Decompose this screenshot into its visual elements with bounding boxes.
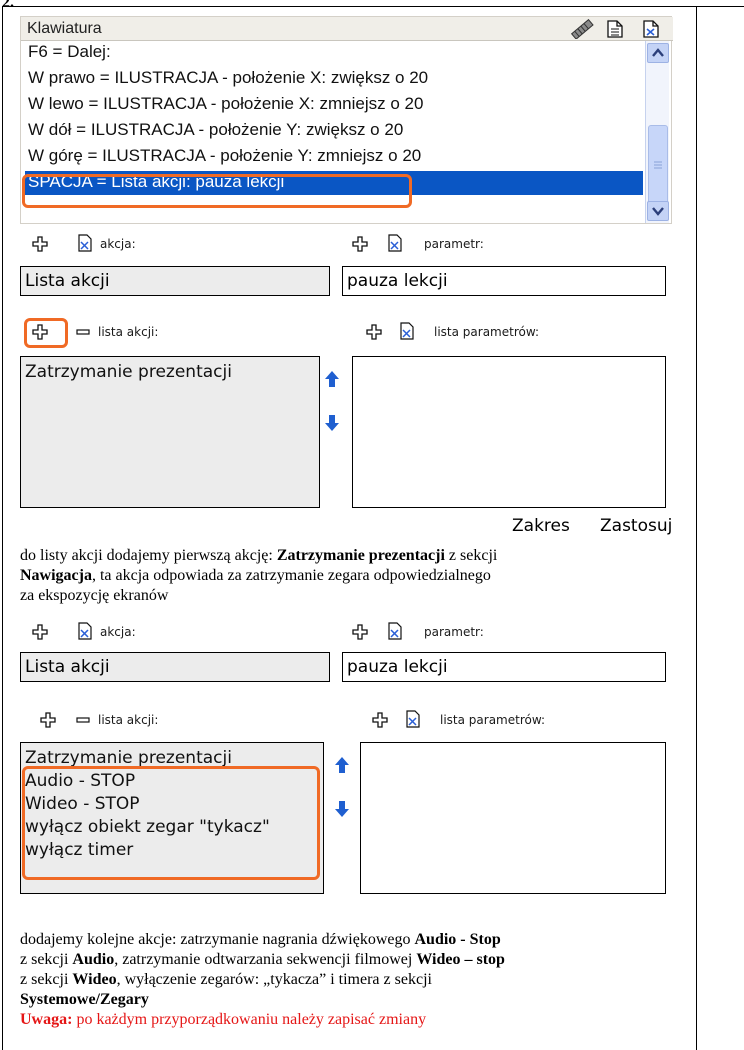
doc-x-icon[interactable] xyxy=(78,234,92,252)
list-item[interactable]: W prawo = ILUSTRACJA - położenie X: zwię… xyxy=(25,67,643,91)
doc-x-icon[interactable] xyxy=(406,710,420,728)
action-list[interactable]: Zatrzymanie prezentacji xyxy=(20,356,320,508)
column-divider xyxy=(696,6,697,1050)
parameter-label: parametr: xyxy=(424,625,484,639)
highlight-selected-row xyxy=(22,174,412,208)
bold-text: Audio xyxy=(72,951,115,968)
list-item[interactable]: F6 = Dalej: xyxy=(25,41,643,65)
bottom-toolbar: Zakres Zastosuj xyxy=(20,512,674,542)
highlight-plus-button xyxy=(24,318,68,348)
list-item[interactable]: W dół = ILUSTRACJA - położenie Y: zwięks… xyxy=(25,119,643,143)
arrow-down-icon[interactable] xyxy=(324,414,340,432)
bold-text: Zatrzymanie prezentacji xyxy=(276,547,445,564)
description-paragraph-1: do listy akcji dodajemy pierwszą akcję: … xyxy=(20,546,690,606)
action-field[interactable]: Lista akcji xyxy=(20,266,330,296)
arrow-down-icon[interactable] xyxy=(334,800,350,818)
bold-text: Nawigacja xyxy=(20,567,92,584)
plus-icon[interactable] xyxy=(372,712,388,728)
plus-icon[interactable] xyxy=(32,624,48,640)
bold-text: Audio - Stop xyxy=(414,931,501,948)
highlight-added-actions xyxy=(22,766,320,880)
text: z sekcji xyxy=(20,951,73,968)
parameter-list-label: lista parametrów: xyxy=(440,713,546,727)
text: do listy akcji dodajemy pierwszą akcję: xyxy=(20,547,277,564)
description-paragraph-2: dodajemy kolejne akcje: zatrzymanie nagr… xyxy=(20,930,700,1030)
doc-x-icon[interactable] xyxy=(643,20,659,38)
arrow-up-icon[interactable] xyxy=(324,370,340,388)
parameter-field[interactable]: pauza lekcji xyxy=(342,652,666,682)
action-list-label: lista akcji: xyxy=(98,713,159,727)
scroll-up-button[interactable] xyxy=(647,43,669,63)
list-item[interactable]: Zatrzymanie prezentacji xyxy=(25,361,232,383)
action-field[interactable]: Lista akcji xyxy=(20,652,330,682)
action-label: akcja: xyxy=(100,237,136,251)
text: , ta akcja odpowiada za zatrzymanie zega… xyxy=(91,567,491,584)
text: z sekcji xyxy=(20,971,73,988)
doc-x-icon[interactable] xyxy=(78,622,92,640)
list-scrollbar[interactable] xyxy=(645,41,669,223)
parameter-list[interactable] xyxy=(360,742,666,894)
minus-icon[interactable] xyxy=(76,324,90,340)
keyboard-panel-header: Klawiatura xyxy=(21,17,673,41)
doc-x-icon[interactable] xyxy=(400,322,414,340)
arrow-up-icon[interactable] xyxy=(334,756,350,774)
plus-icon[interactable] xyxy=(352,236,368,252)
doc-x-icon[interactable] xyxy=(388,622,402,640)
plus-icon[interactable] xyxy=(366,324,382,340)
list-item[interactable]: W lewo = ILUSTRACJA - położenie X: zmnie… xyxy=(25,93,643,117)
scroll-thumb[interactable] xyxy=(648,125,668,205)
text: , zatrzymanie odtwarzania sekwencji film… xyxy=(114,951,417,968)
bold-text: Wideo xyxy=(72,971,117,988)
action-label: akcja: xyxy=(100,625,136,639)
plus-icon[interactable] xyxy=(352,624,368,640)
parameter-list[interactable] xyxy=(352,356,666,508)
tool-icon[interactable] xyxy=(569,18,595,40)
minus-icon[interactable] xyxy=(76,712,90,728)
action-list-label: lista akcji: xyxy=(98,325,159,339)
document-icon[interactable] xyxy=(607,20,623,38)
warning-text: po każdym przyporządkowaniu należy zapis… xyxy=(72,1011,427,1028)
parameter-field[interactable]: pauza lekcji xyxy=(342,266,666,296)
text: dodajemy kolejne akcje: zatrzymanie nagr… xyxy=(20,931,415,948)
text: z sekcji xyxy=(444,547,498,564)
text: , wyłączenie zegarów: „tykacza” i timera… xyxy=(116,971,432,988)
parameter-list-label: lista parametrów: xyxy=(434,325,540,339)
plus-icon[interactable] xyxy=(40,712,56,728)
bold-text: Systemowe/Zegary xyxy=(20,991,149,1008)
warning-label: Uwaga: xyxy=(20,1011,73,1028)
plus-icon[interactable] xyxy=(32,236,48,252)
zastosuj-button[interactable]: Zastosuj xyxy=(600,516,672,536)
text: za ekspozycję ekranów xyxy=(20,587,169,604)
parameter-label: parametr: xyxy=(424,237,484,251)
doc-x-icon[interactable] xyxy=(388,234,402,252)
zakres-button[interactable]: Zakres xyxy=(512,516,570,536)
bold-text: Wideo – stop xyxy=(416,951,505,968)
scroll-down-button[interactable] xyxy=(647,201,669,221)
list-item[interactable]: W górę = ILUSTRACJA - położenie Y: zmnie… xyxy=(25,145,643,169)
scroll-up-icon xyxy=(652,48,664,57)
keyboard-panel-title: Klawiatura xyxy=(27,20,102,37)
scroll-down-icon xyxy=(652,207,664,216)
